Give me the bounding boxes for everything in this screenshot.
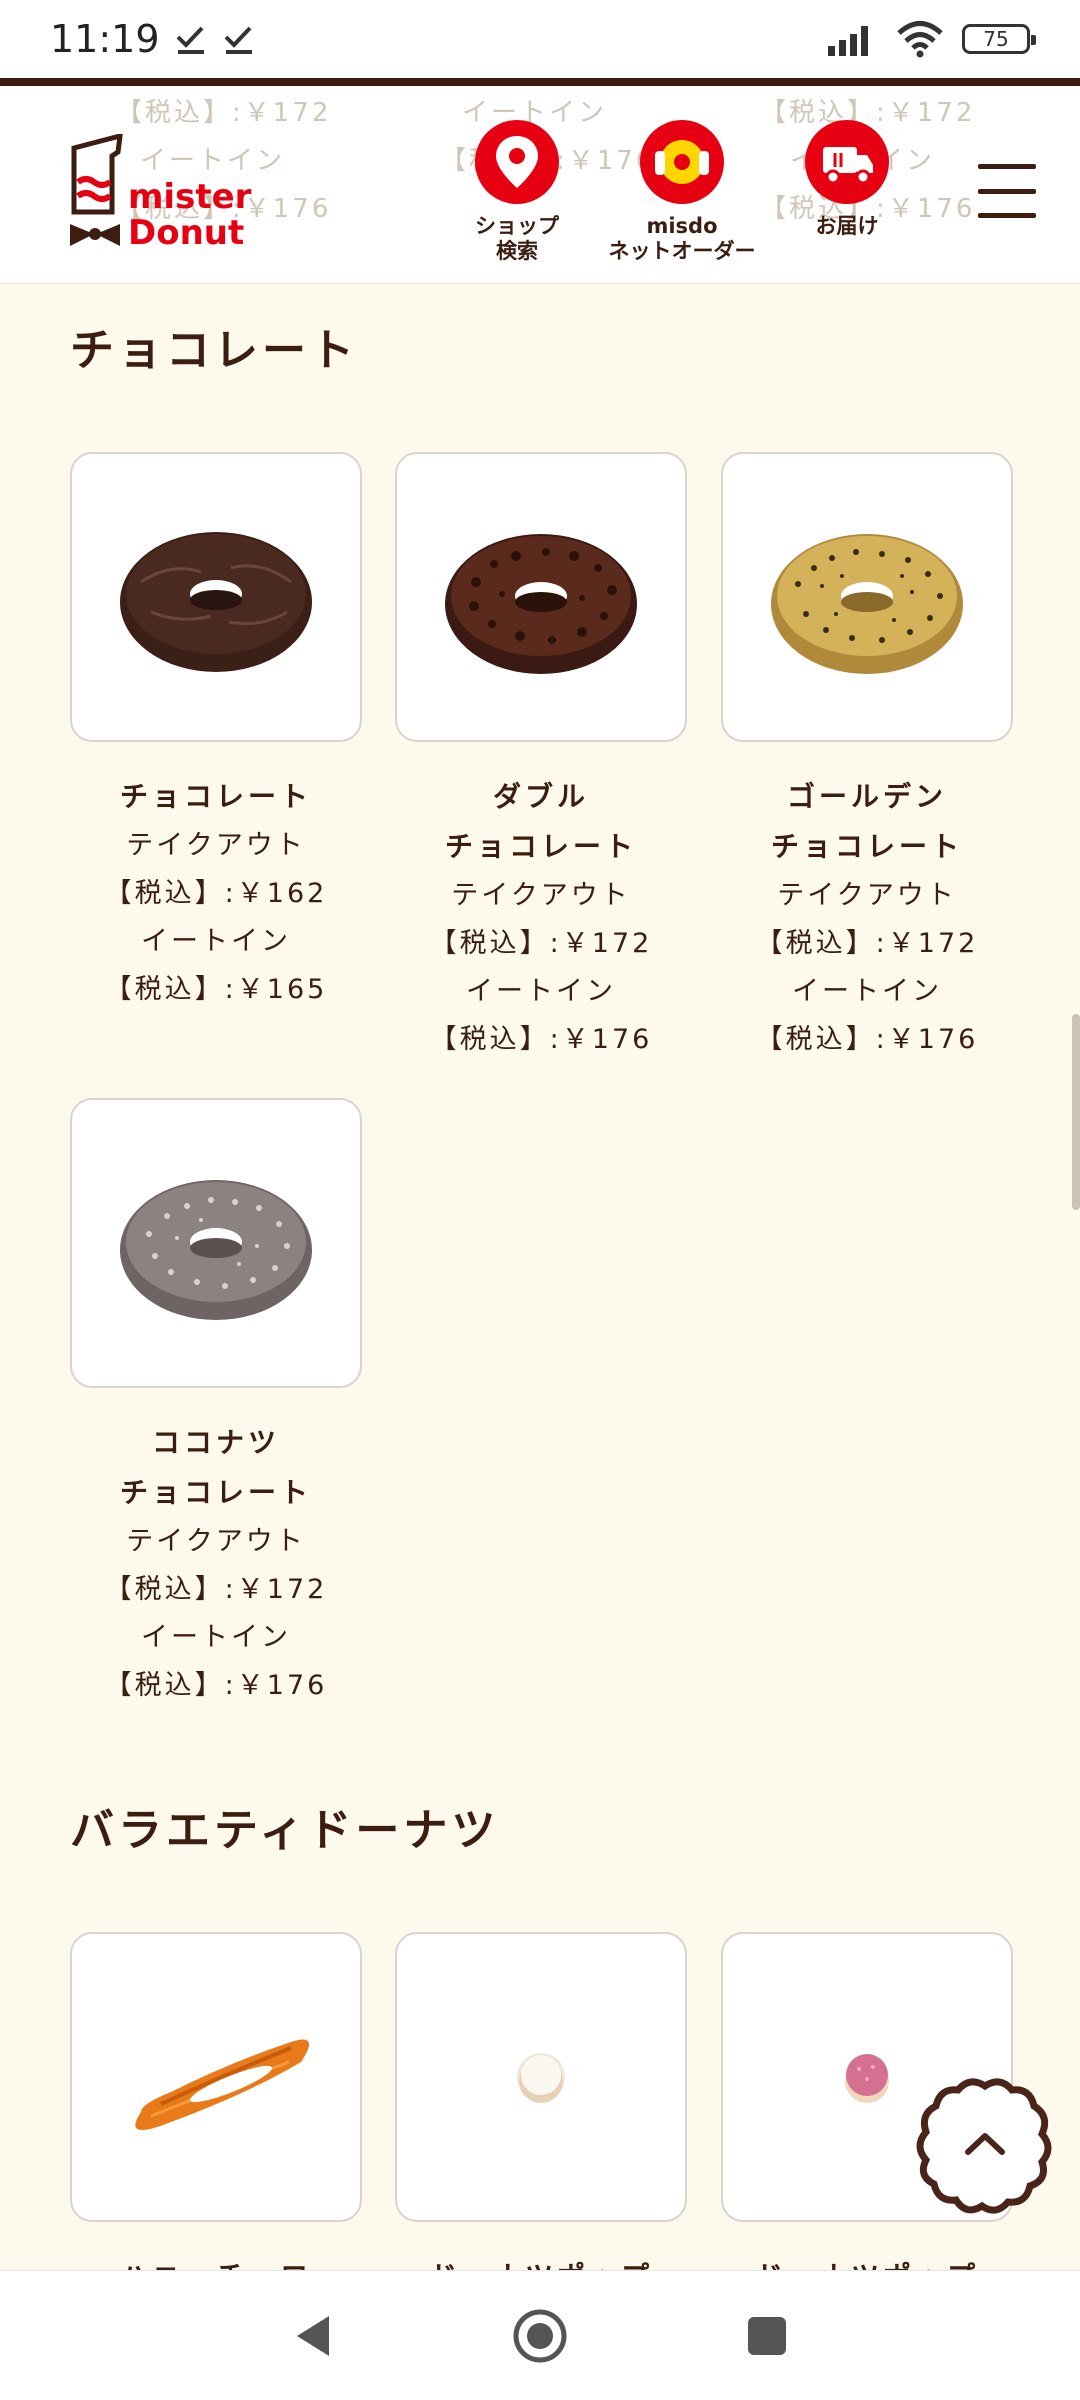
nav-net-order[interactable]: misdo ネットオーダー [607,120,757,264]
scrollbar[interactable] [1072,1014,1080,1210]
svg-text:Donut: Donut [128,213,244,252]
location-pin-icon [496,136,538,188]
donut-pop-strawberry-image [845,2054,889,2103]
product-name: ダブル チョコレート [444,780,637,863]
golden-chocolate-donut-image [771,534,963,674]
eatin-price: 【税込】:￥165 [104,974,328,1005]
nav-label: お届け [815,214,879,238]
nav-circle [475,120,559,204]
home-button[interactable] [500,2296,580,2376]
mister-donut-logo[interactable]: mister Donut [68,134,258,252]
site-header: 【税込】:￥172 イートイン 【税込】:￥176 イートイン 【税込】:￥17… [0,78,1080,284]
home-circle-icon [513,2309,567,2362]
product-image[interactable] [70,1932,362,2222]
system-nav-bar [0,2270,1080,2400]
takeout-price: 【税込】:￥162 [104,878,328,909]
status-bar: 11:19 75 [0,0,1080,78]
recents-square-icon [747,2316,786,2355]
check-icon [176,26,204,54]
eatin-price: 【税込】:￥176 [104,1670,328,1701]
eatin-price: 【税込】:￥176 [755,1024,979,1055]
donut-pop-sugar-image [517,2053,565,2103]
product-image[interactable] [395,1932,687,2222]
takeout-price: 【税込】:￥172 [104,1574,328,1605]
eatin-label: イートイン [141,926,291,957]
clock: 11:19 [50,17,160,61]
product-image[interactable] [70,1098,362,1388]
product-image[interactable] [70,452,362,742]
menu-line [978,213,1036,218]
delivery-truck-icon [823,147,873,185]
product-name: チョコレート [119,780,312,813]
ghost-text: 【税込】:￥172 [116,98,332,128]
status-icons: 75 [826,20,1036,58]
takeout-label: テイクアウト [126,1526,306,1557]
eatin-price: 【税込】:￥176 [429,1024,653,1055]
takeout-label: テイクアウト [451,880,631,911]
product-name: ゴールデン チョコレート [770,780,963,863]
section-title-chocolate: チョコレート [70,325,358,376]
eatin-label: イートイン [141,1622,291,1653]
honey-churro-image [135,2039,309,2130]
wifi-icon [897,21,943,58]
product-image[interactable] [721,452,1013,742]
recents-button[interactable] [727,2296,807,2376]
svg-text:mister: mister [128,177,252,217]
double-chocolate-donut-image [445,534,637,674]
takeout-label: テイクアウト [777,880,957,911]
product-name: ココナツ チョコレート [119,1426,312,1509]
nav-delivery[interactable]: お届け [772,120,922,239]
back-triangle-icon [297,2315,330,2356]
nav-shop-search[interactable]: ショップ 検索 [442,120,592,264]
product-card[interactable]: ダブル チョコレート テイクアウト 【税込】:￥172 イートイン 【税込】:￥… [395,452,687,1064]
nav-label: misdo ネットオーダー [608,214,756,263]
product-card[interactable]: ココナツ チョコレート テイクアウト 【税込】:￥172 イートイン 【税込】:… [70,1098,362,1710]
takeout-label: テイクアウト [126,830,306,861]
takeout-price: 【税込】:￥172 [429,928,653,959]
signal-icon [828,26,868,56]
check-icon [224,26,252,54]
menu-line [978,188,1036,194]
battery-indicator: 75 [962,24,1036,54]
takeout-price: 【税込】:￥172 [755,928,979,959]
chocolate-donut-image [120,532,312,672]
section-title-variety: バラエティドーナツ [70,1805,500,1856]
nav-circle [805,120,889,204]
nav-circle [640,120,724,204]
back-button[interactable] [273,2296,353,2376]
misdo-order-icon [655,140,709,184]
menu-line [978,164,1036,169]
eatin-label: イートイン [792,976,942,1007]
eatin-label: イートイン [466,976,616,1007]
hamburger-menu-button[interactable] [978,162,1036,220]
status-time-group: 11:19 [50,17,256,61]
product-card[interactable]: チョコレート テイクアウト 【税込】:￥162 イートイン 【税込】:￥165 [70,452,362,1014]
product-card[interactable]: ゴールデン チョコレート テイクアウト 【税込】:￥172 イートイン 【税込】… [721,452,1013,1064]
nav-label: ショップ 検索 [475,214,559,263]
product-image[interactable] [395,452,687,742]
product-card[interactable]: ドーナツポップ [395,1932,687,2302]
scroll-to-top-button[interactable] [914,2074,1056,2216]
product-card[interactable]: ハニーチュロ [70,1932,362,2302]
coconut-chocolate-donut-image [120,1180,312,1320]
